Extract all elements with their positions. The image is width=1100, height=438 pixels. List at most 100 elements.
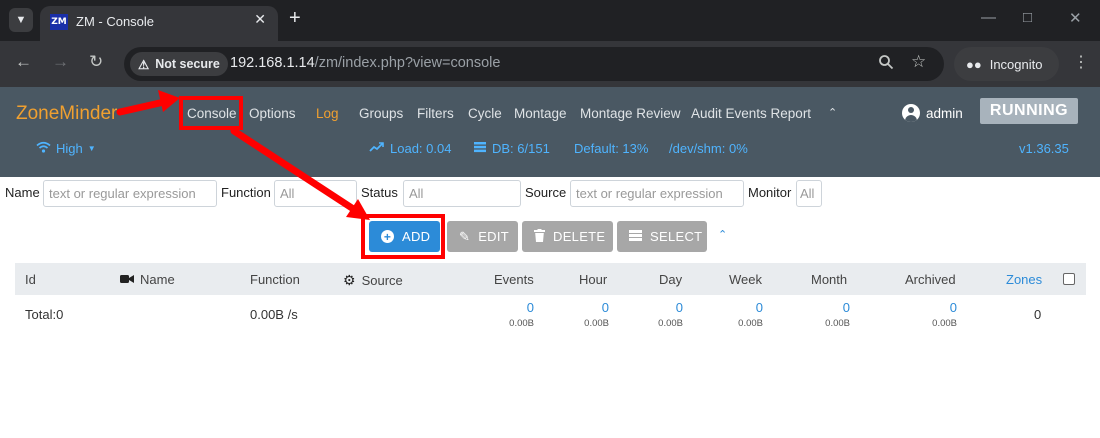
monitor-filter-label: Monitor [748,185,792,200]
delete-label: DELETE [553,229,606,244]
total-day-size: 0.00B [658,318,683,329]
col-day[interactable]: Day [659,272,682,287]
function-filter-select[interactable] [274,180,357,207]
browser-tab[interactable]: ZM ZM - Console ✕ [40,6,278,41]
default-storage: Default: 13% [574,141,649,156]
col-source-label: Source [361,273,403,288]
user-menu[interactable]: admin [902,104,963,122]
nav-montage-review[interactable]: Montage Review [580,106,681,121]
bandwidth-dropdown[interactable]: High ▼ [36,141,96,156]
tab-search-chevron-icon[interactable]: ▼ [9,8,33,32]
video-camera-icon [120,272,134,287]
col-week[interactable]: Week [729,272,762,287]
list-icon [629,229,642,244]
url-text[interactable]: 192.168.1.14/zm/index.php?view=console [230,55,500,71]
minimize-icon[interactable]: — [981,9,996,26]
col-name-label: Name [140,272,175,287]
gear-icon: ⚙ [343,272,356,288]
shm-storage: /dev/shm: 0% [669,141,748,156]
col-events[interactable]: Events [494,272,534,287]
forward-arrow-icon[interactable]: → [52,52,69,72]
total-label: Total:0 [25,307,64,322]
reload-icon[interactable]: ↻ [89,52,103,72]
incognito-chip[interactable]: ●● Incognito [954,47,1059,81]
nav-filters[interactable]: Filters [417,106,454,121]
trend-chart-icon [369,141,385,156]
col-id[interactable]: Id [25,272,36,287]
chevron-up-icon[interactable]: ⌃ [828,106,837,119]
nav-montage[interactable]: Montage [514,106,567,121]
brand-logo[interactable]: ZoneMinder [16,103,117,125]
security-label: Not secure [155,57,220,71]
tab-title: ZM - Console [76,14,155,29]
add-highlight-box [361,214,445,259]
database-icon [473,141,487,156]
nav-cycle[interactable]: Cycle [468,106,502,121]
filter-bar: Name Function Status Source Monitor [0,180,1100,208]
url-host: 192.168.1.14 [230,55,315,71]
window-close-icon[interactable]: ✕ [1069,9,1082,27]
bookmark-star-icon[interactable]: ☆ [911,52,926,72]
kebab-menu-icon[interactable]: ⋮ [1073,52,1089,72]
warning-triangle-icon: ⚠ [138,57,150,72]
browser-toolbar: ← → ↻ ⚠ Not secure 192.168.1.14/zm/index… [0,41,1100,87]
function-filter-label: Function [221,185,271,200]
nav-log[interactable]: Log [316,106,339,121]
select-all-checkbox[interactable] [1063,273,1075,285]
total-week[interactable]: 0 [735,300,763,315]
trash-icon [534,228,545,245]
source-filter-input[interactable] [570,180,744,207]
pencil-icon: ✎ [459,228,471,244]
db-indicator: DB: 6/151 [473,141,550,156]
zm-favicon: ZM [50,14,68,30]
col-source[interactable]: ⚙ Source [343,272,403,289]
edit-button[interactable]: ✎ EDIT [447,221,518,252]
status-filter-select[interactable] [403,180,521,207]
wifi-icon [36,141,51,156]
name-filter-label: Name [5,185,40,200]
total-archived[interactable]: 0 [929,300,957,315]
back-arrow-icon[interactable]: ← [15,52,32,72]
col-archived[interactable]: Archived [905,272,956,287]
db-value: DB: 6/151 [492,141,550,156]
url-path: /zm/index.php?view=console [314,55,501,71]
address-bar[interactable]: ⚠ Not secure 192.168.1.14/zm/index.php?v… [124,47,944,81]
version-label[interactable]: v1.36.35 [1019,141,1069,156]
username: admin [926,105,963,121]
close-icon[interactable]: ✕ [254,11,266,28]
run-state-button[interactable]: RUNNING [980,98,1078,124]
nav-groups[interactable]: Groups [359,106,403,121]
col-name[interactable]: Name [120,272,175,287]
nav-audit-events-report[interactable]: Audit Events Report [691,106,811,121]
delete-button[interactable]: DELETE [522,221,613,252]
monitor-filter-select[interactable] [796,180,822,207]
select-button[interactable]: SELECT [617,221,707,252]
total-day[interactable]: 0 [655,300,683,315]
maximize-icon[interactable]: □ [1023,9,1032,26]
total-archived-size: 0.00B [932,318,957,329]
console-highlight-box [179,96,243,130]
collapse-chevron-icon[interactable]: ⌃ [718,228,727,241]
total-zones: 0 [1034,307,1042,322]
browser-tab-strip: ▼ ZM ZM - Console ✕ + — □ ✕ [0,0,1100,41]
load-value: Load: 0.04 [390,141,452,156]
bandwidth-label: High [56,141,83,156]
total-events[interactable]: 0 [506,300,534,315]
not-secure-chip[interactable]: ⚠ Not secure [130,52,228,76]
total-hour[interactable]: 0 [581,300,609,315]
col-zones[interactable]: Zones [1006,272,1042,287]
user-icon [902,104,920,122]
new-tab-plus-icon[interactable]: + [289,7,301,30]
incognito-label: Incognito [989,56,1043,72]
nav-options[interactable]: Options [249,106,296,121]
monitor-table-header: Id Name Function ⚙ Source Events Hour Da… [15,263,1086,295]
col-hour[interactable]: Hour [579,272,607,287]
total-month[interactable]: 0 [822,300,850,315]
name-filter-input[interactable] [43,180,217,207]
load-indicator: Load: 0.04 [369,141,451,156]
total-hour-size: 0.00B [584,318,609,329]
status-filter-label: Status [361,185,398,200]
col-function[interactable]: Function [250,272,300,287]
col-month[interactable]: Month [811,272,847,287]
zoom-icon[interactable] [878,54,894,74]
